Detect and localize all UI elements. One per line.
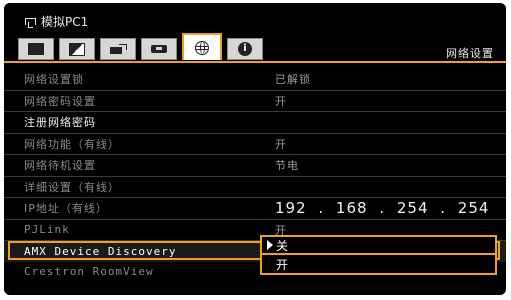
setting-label: 网络密码设置 <box>24 94 96 108</box>
setting-label: 网络设置锁 <box>24 73 84 87</box>
network-globe-icon <box>195 40 209 55</box>
menu-tabs: i <box>18 33 263 62</box>
setting-label: AMX Device Discovery <box>24 244 177 258</box>
ip-address-value: 192 . 168 . 254 . 254 <box>275 199 490 218</box>
setting-network-lock[interactable]: 网络设置锁 已解锁 <box>4 69 506 91</box>
input-source: 模拟PC1 <box>24 13 88 30</box>
setting-network-standby[interactable]: 网络待机设置 节电 <box>4 155 506 177</box>
setting-label: IP地址（有线） <box>24 202 108 216</box>
setting-detailed-wired[interactable]: 详细设置（有线） <box>4 177 506 198</box>
tab-install[interactable] <box>100 38 136 60</box>
info-icon: i <box>238 42 252 56</box>
setting-label: 注册网络密码 <box>24 116 96 130</box>
setting-label: 网络功能（有线） <box>24 137 120 151</box>
menu-header: 模拟PC1 i 网络设置 <box>4 3 506 69</box>
menu-title: 网络设置 <box>446 47 494 60</box>
setting-label: Crestron RoomView <box>24 265 154 279</box>
projector-menu-window: 模拟PC1 i 网络设置 网络设置锁 已解锁 网络密码设置 开 注册网络密码 网… <box>4 3 506 295</box>
setting-value: 已解锁 <box>275 73 311 87</box>
setting-label: 网络待机设置 <box>24 159 96 173</box>
setting-value: 开 <box>275 94 287 108</box>
option-dropdown: 关 开 <box>260 235 497 275</box>
setting-register-password[interactable]: 注册网络密码 <box>4 112 506 134</box>
setting-value: 节电 <box>275 159 299 173</box>
option-off[interactable]: 关 <box>260 235 497 255</box>
install-icon <box>110 43 127 55</box>
tab-underline <box>4 61 506 63</box>
setting-label: PJLink <box>24 223 70 237</box>
adjust-icon <box>69 42 85 56</box>
input-source-label: 模拟PC1 <box>41 15 89 29</box>
setting-label: 详细设置（有线） <box>24 180 120 194</box>
tab-info[interactable]: i <box>227 38 263 60</box>
input-source-icon <box>24 16 37 28</box>
selection-arrow-icon <box>267 240 273 250</box>
option-label: 开 <box>276 257 289 272</box>
option-label: 关 <box>276 238 289 253</box>
tab-adjust[interactable] <box>59 38 95 60</box>
setting-value: 开 <box>275 137 287 151</box>
option-on[interactable]: 开 <box>260 255 497 275</box>
system-icon <box>151 45 167 53</box>
tab-system[interactable] <box>141 38 177 60</box>
setting-network-function[interactable]: 网络功能（有线） 开 <box>4 134 506 155</box>
tab-image[interactable] <box>18 38 54 60</box>
setting-network-password[interactable]: 网络密码设置 开 <box>4 91 506 112</box>
image-icon <box>28 43 44 55</box>
setting-ip-address[interactable]: IP地址（有线） 192 . 168 . 254 . 254 <box>4 198 506 220</box>
tab-network[interactable] <box>182 33 222 60</box>
